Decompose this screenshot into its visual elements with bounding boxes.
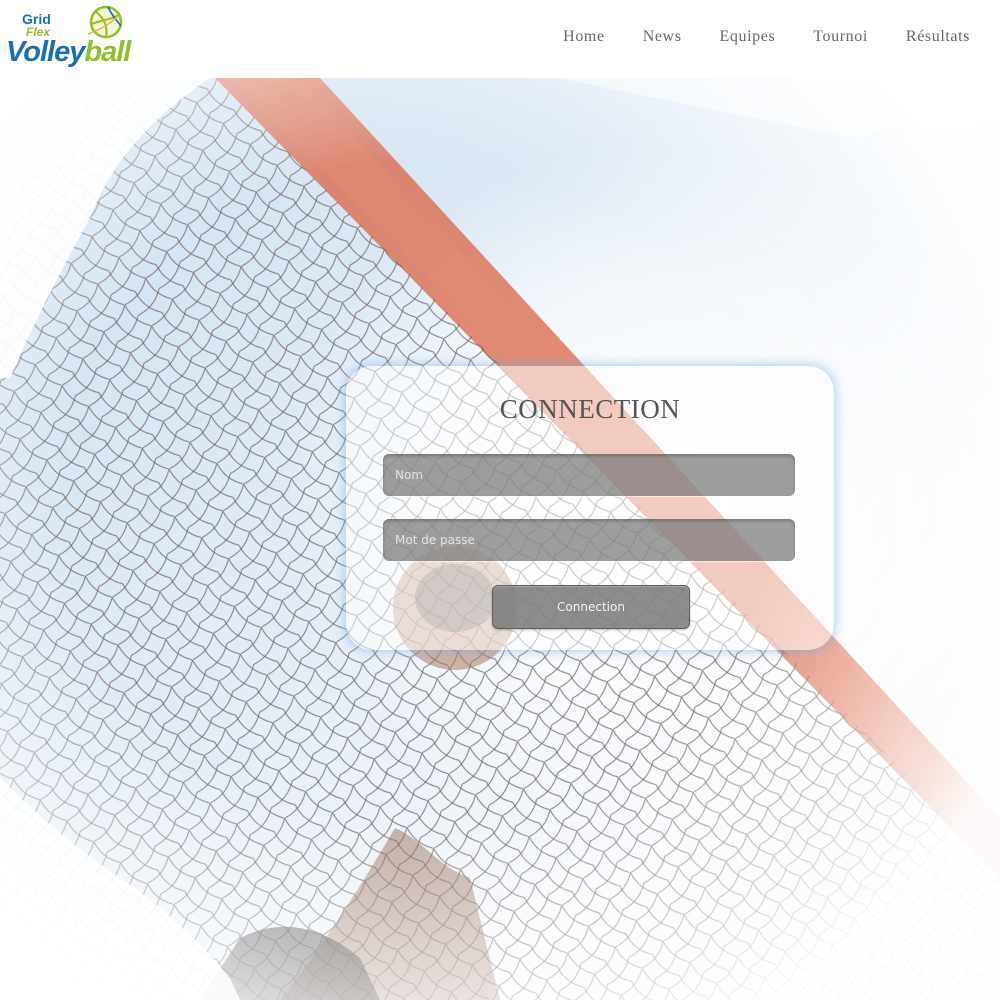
logo-ball-part: ball bbox=[84, 36, 131, 68]
logo-volleyball-text: Volleyball bbox=[6, 36, 131, 68]
name-input[interactable] bbox=[383, 454, 795, 496]
nav-home[interactable]: Home bbox=[563, 28, 605, 46]
nav-resultats[interactable]: Résultats bbox=[906, 28, 970, 46]
main-nav: Home News Equipes Tournoi Résultats bbox=[563, 28, 970, 46]
login-card: CONNECTION Connection bbox=[346, 366, 834, 650]
nav-news[interactable]: News bbox=[643, 28, 682, 46]
nav-equipes[interactable]: Equipes bbox=[720, 28, 776, 46]
page: Grid Flex Volleyball Home News Equipes T… bbox=[0, 0, 1000, 1000]
site-header: Grid Flex Volleyball Home News Equipes T… bbox=[0, 0, 1000, 78]
login-title: CONNECTION bbox=[499, 394, 681, 424]
logo-grid-text: Grid bbox=[22, 11, 51, 27]
connection-button[interactable]: Connection bbox=[492, 585, 690, 629]
nav-tournoi[interactable]: Tournoi bbox=[813, 28, 868, 46]
password-input[interactable] bbox=[383, 519, 795, 561]
logo-volley-part: Volley bbox=[6, 36, 85, 68]
site-logo[interactable]: Grid Flex Volleyball bbox=[4, 4, 131, 70]
volleyball-icon bbox=[88, 5, 123, 39]
